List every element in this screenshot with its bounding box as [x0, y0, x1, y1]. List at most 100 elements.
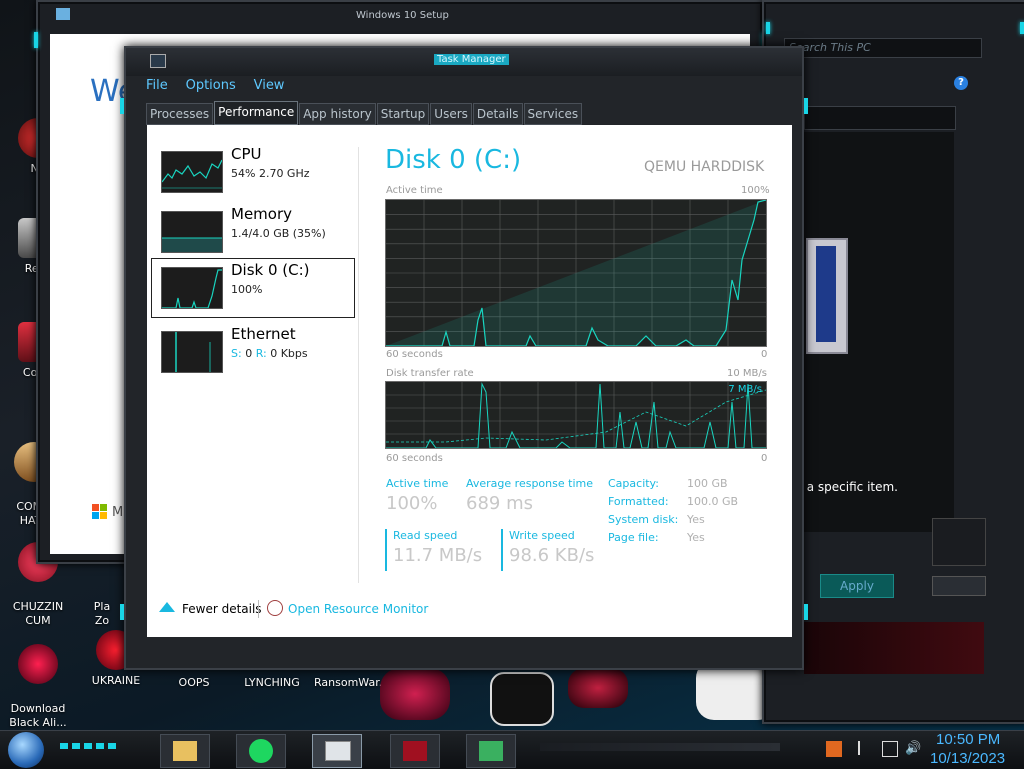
graph1-min: 0 — [761, 349, 768, 360]
frame-accent — [120, 98, 124, 114]
graph1-time: 60 seconds — [386, 349, 443, 360]
explorer-search-input[interactable]: Search This PC — [784, 38, 982, 58]
desktop-icon[interactable]: OOPS — [162, 676, 226, 690]
prop-system-disk-label: System disk: — [608, 513, 679, 526]
flag-icon[interactable] — [858, 741, 872, 755]
taskbar-setup[interactable] — [466, 734, 516, 768]
menu-file[interactable]: File — [146, 78, 168, 93]
clock-time[interactable]: 10:50 PM — [936, 731, 1000, 748]
background-hint-text: r a specific item. — [798, 480, 898, 494]
setup-icon — [479, 741, 503, 761]
disk-mini-graph — [162, 269, 222, 308]
spotify-icon — [249, 739, 273, 763]
apply-button[interactable]: Apply — [820, 574, 894, 598]
app-icon — [403, 741, 427, 761]
send-value: 0 — [245, 347, 253, 360]
detail-title: Disk 0 (C:) — [385, 145, 522, 175]
graph2-time: 60 seconds — [386, 453, 443, 464]
prop-formatted-value: 100.0 GB — [687, 495, 739, 508]
taskbar-app[interactable] — [390, 734, 440, 768]
network-tray-icon[interactable] — [882, 741, 898, 757]
title-bar[interactable]: Task Manager — [126, 48, 802, 76]
sidebar-item-ethernet[interactable]: Ethernet S: 0 R: 0 Kbps — [161, 323, 365, 381]
tab-startup[interactable]: Startup — [376, 103, 430, 125]
memory-mini-graph — [162, 237, 222, 252]
window-title: Task Manager — [434, 54, 509, 65]
sidebar-item-name: Disk 0 (C:) — [231, 261, 310, 279]
panel-divider — [358, 147, 359, 583]
start-button[interactable] — [8, 732, 44, 768]
decorative-shoe — [380, 668, 450, 720]
active-time-label: Active time — [386, 477, 449, 490]
frame-accent — [34, 32, 38, 48]
prop-page-file-label: Page file: — [608, 531, 659, 544]
graph2-min: 0 — [761, 453, 768, 464]
write-speed-value: 98.6 KB/s — [509, 545, 595, 566]
sidebar-item-disk[interactable]: Disk 0 (C:) 100% — [151, 258, 355, 318]
ethernet-thumbnail — [161, 331, 223, 373]
tray-app-icon[interactable] — [826, 741, 842, 757]
task-manager-app-icon — [150, 54, 166, 68]
tab-users[interactable]: Users — [430, 103, 472, 125]
sidebar-item-sub: S: 0 R: 0 Kbps — [231, 347, 308, 360]
desktop-icon-label: LYNCHING — [244, 676, 300, 689]
frame-accent — [1020, 22, 1024, 34]
tab-details[interactable]: Details — [472, 103, 523, 125]
panel-scroll[interactable] — [932, 518, 986, 566]
tab-performance[interactable]: Performance — [214, 101, 299, 125]
footer-bar: Fewer details Open Resource Monitor — [157, 600, 757, 624]
menu-bar: File Options View — [146, 78, 298, 100]
desktop-icon[interactable]: RansomWar... — [314, 676, 389, 690]
fewer-details-button[interactable]: Fewer details — [182, 602, 262, 616]
tab-app-history[interactable]: App history — [299, 103, 376, 125]
open-resource-monitor-link[interactable]: Open Resource Monitor — [288, 602, 428, 616]
resource-monitor-icon — [267, 600, 283, 616]
help-icon[interactable]: ? — [954, 76, 968, 90]
task-manager-window[interactable]: Task Manager File Options View Processes… — [120, 46, 808, 670]
tab-services[interactable]: Services — [523, 103, 583, 125]
graph2-label: Disk transfer rate — [386, 368, 474, 379]
graph1-max: 100% — [741, 185, 770, 196]
memory-thumbnail — [161, 211, 223, 253]
menu-options[interactable]: Options — [186, 78, 236, 93]
chevron-up-icon — [159, 602, 175, 612]
active-time-plot — [386, 199, 767, 347]
sidebar-item-cpu[interactable]: CPU 54% 2.70 GHz — [161, 143, 365, 201]
receive-value: 0 Kbps — [270, 347, 308, 360]
desktop-icon-label: UKRAINE — [91, 674, 141, 687]
disk-model: QEMU HARDDISK — [644, 159, 765, 175]
graph1-label: Active time — [386, 185, 443, 196]
menu-view[interactable]: View — [254, 78, 285, 93]
prop-page-file-value: Yes — [687, 531, 705, 544]
taskbar-spotify[interactable] — [236, 734, 286, 768]
desktop-icon[interactable]: LYNCHING — [240, 676, 304, 690]
sidebar-item-name: Memory — [231, 205, 293, 223]
taskbar-file-explorer[interactable] — [160, 734, 210, 768]
clock-date[interactable]: 10/13/2023 — [930, 750, 1005, 767]
sidebar-item-memory[interactable]: Memory 1.4/4.0 GB (35%) — [161, 203, 365, 261]
task-manager-icon — [325, 741, 351, 761]
tab-processes[interactable]: Processes — [146, 103, 214, 125]
desktop-icon[interactable]: Download Black Ali... — [6, 630, 70, 730]
volume-icon[interactable]: 🔊 — [905, 741, 921, 756]
graph2-scale: 7 MB/s — [728, 384, 762, 395]
sidebar-item-sub: 1.4/4.0 GB (35%) — [231, 227, 326, 240]
panel-buttons[interactable] — [932, 576, 986, 596]
decorative-shoe — [568, 668, 628, 708]
decorative-shoe — [490, 672, 554, 726]
cpu-mini-graph — [162, 159, 222, 189]
desktop-icon-label: OOPS — [178, 676, 210, 689]
taskbar: 🔊 10:50 PM 10/13/2023 — [0, 730, 1024, 769]
explorer-field[interactable] — [804, 106, 956, 130]
download-icon — [18, 644, 58, 684]
transfer-rate-plot — [386, 382, 767, 449]
prop-capacity-value: 100 GB — [687, 477, 728, 490]
panel-widget — [806, 238, 848, 354]
taskbar-accent — [60, 743, 116, 749]
read-speed-bar — [385, 529, 387, 571]
taskbar-spacer — [540, 743, 780, 751]
taskbar-task-manager[interactable] — [312, 734, 362, 768]
sidebar-item-name: Ethernet — [231, 325, 296, 343]
disk-thumbnail — [161, 267, 223, 309]
read-speed-label: Read speed — [393, 529, 458, 542]
